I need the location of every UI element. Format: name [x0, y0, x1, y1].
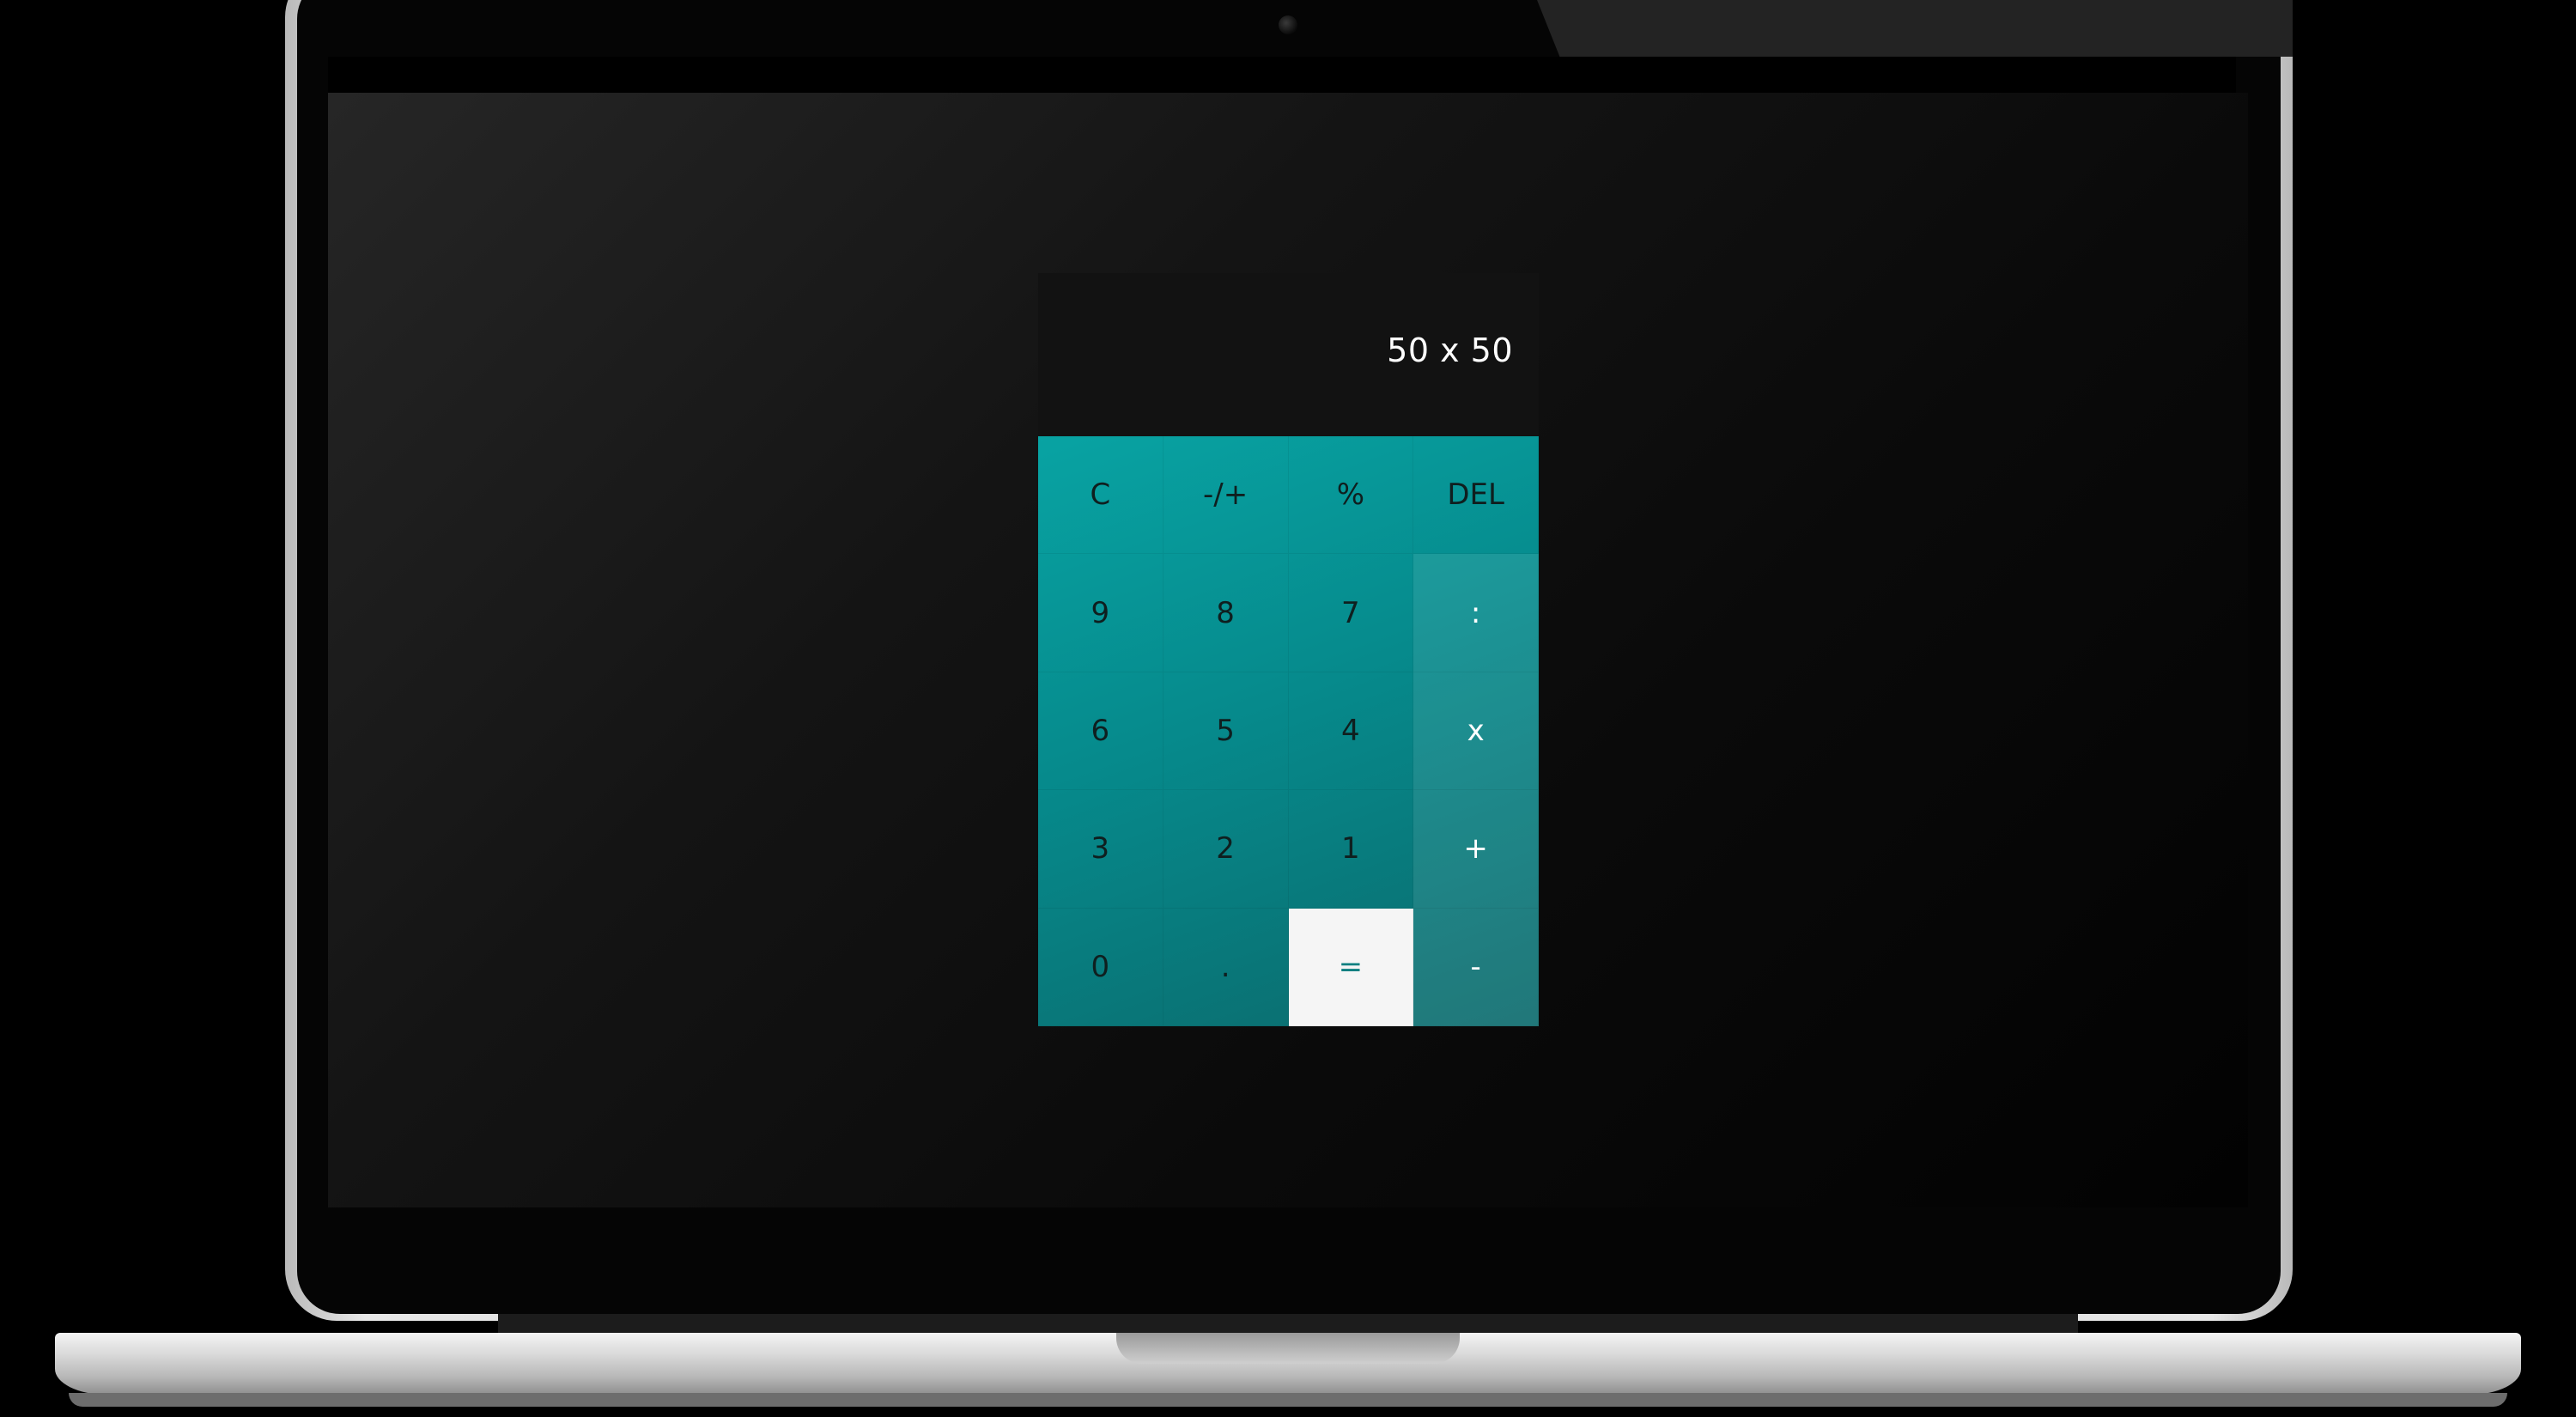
calculator-keypad: C -/+ % DEL 9 8 7 : 6 5 4 x 3 2 1 + 0 . … [1038, 436, 1539, 1026]
laptop-base-edge [69, 1393, 2507, 1407]
multiply-button[interactable]: x [1413, 672, 1539, 791]
digit-5-button[interactable]: 5 [1163, 672, 1289, 791]
digit-1-button[interactable]: 1 [1288, 790, 1414, 909]
negate-button[interactable]: -/+ [1163, 436, 1289, 555]
laptop-hinge [498, 1314, 2078, 1335]
equals-button[interactable]: = [1288, 908, 1414, 1026]
digit-7-button[interactable]: 7 [1288, 554, 1414, 672]
bezel-glare [1537, 0, 2293, 57]
digit-9-button[interactable]: 9 [1038, 554, 1163, 672]
add-button[interactable]: + [1413, 790, 1539, 909]
decimal-button[interactable]: . [1163, 908, 1289, 1026]
digit-0-button[interactable]: 0 [1038, 908, 1163, 1026]
screen: 50 x 50 C -/+ % DEL 9 8 7 : 6 5 4 x 3 2 … [328, 93, 2248, 1207]
clear-button[interactable]: C [1038, 436, 1163, 555]
screen-top-strip [328, 57, 2236, 93]
calculator-display: 50 x 50 [1038, 273, 1539, 436]
digit-2-button[interactable]: 2 [1163, 790, 1289, 909]
divide-button[interactable]: : [1413, 554, 1539, 672]
percent-button[interactable]: % [1288, 436, 1414, 555]
digit-4-button[interactable]: 4 [1288, 672, 1414, 791]
subtract-button[interactable]: - [1413, 908, 1539, 1026]
delete-button[interactable]: DEL [1413, 436, 1539, 555]
laptop-opening-notch [1116, 1333, 1460, 1364]
digit-6-button[interactable]: 6 [1038, 672, 1163, 791]
display-expression: 50 x 50 [1387, 331, 1513, 369]
webcam-icon [1279, 15, 1297, 34]
digit-3-button[interactable]: 3 [1038, 790, 1163, 909]
calculator-app: 50 x 50 C -/+ % DEL 9 8 7 : 6 5 4 x 3 2 … [1038, 273, 1539, 1026]
laptop-mockup: 50 x 50 C -/+ % DEL 9 8 7 : 6 5 4 x 3 2 … [0, 0, 2576, 1417]
digit-8-button[interactable]: 8 [1163, 554, 1289, 672]
